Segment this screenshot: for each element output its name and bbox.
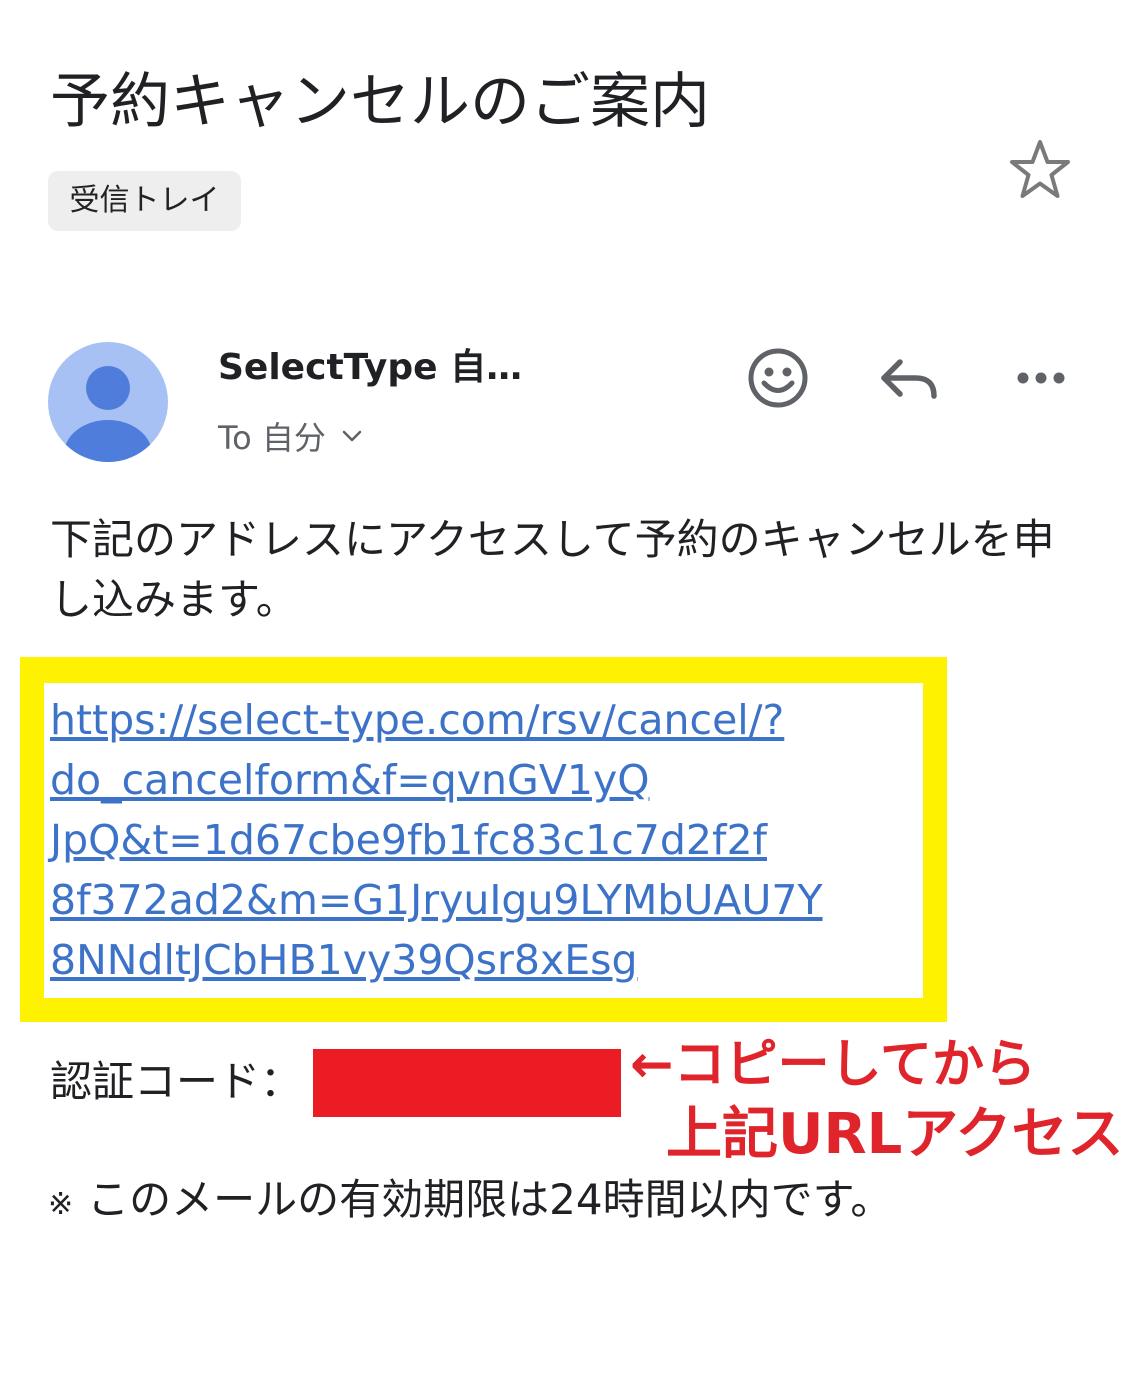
reply-button[interactable] <box>870 340 946 416</box>
sender-name[interactable]: SelectType 自… <box>218 343 522 393</box>
note-mark: ※ <box>48 1187 74 1222</box>
star-icon[interactable] <box>1004 134 1076 206</box>
link-line: 8NNdltJCbHB1vy39Qsr8xEsg <box>50 936 638 984</box>
instruction-annotation: ←コピーしてから 上記URLアクセス <box>630 1030 1123 1170</box>
link-line: 8f372ad2&m=G1JryuIgu9LYMbUAU7Y <box>50 876 823 924</box>
emoji-icon <box>748 348 808 408</box>
recipient-toggle[interactable]: To 自分 <box>218 412 364 460</box>
expiry-text: このメールの有効期限は24時間以内です。 <box>87 1175 893 1224</box>
link-line: JpQ&t=1d67cbe9fb1fc83c1c7d2f2f <box>50 816 767 864</box>
chevron-down-icon <box>342 430 362 442</box>
expiry-note: ※ このメールの有効期限は24時間以内です。 <box>48 1170 892 1235</box>
recipient-label: To 自分 <box>218 419 326 457</box>
email-view: 予約キャンセルのご案内 受信トレイ SelectType 自… To 自分 下記… <box>0 0 1125 1379</box>
link-line: do_cancelform&f=qvnGV1yQ <box>50 756 650 804</box>
cancel-url-link[interactable]: https://select-type.com/rsv/cancel/? do_… <box>50 690 920 990</box>
auth-code-redaction <box>313 1049 621 1117</box>
auth-code-label: 認証コード： <box>50 1057 303 1106</box>
reply-icon <box>881 359 937 399</box>
annotation-line-2: 上記URLアクセス <box>666 1102 1124 1167</box>
sender-avatar[interactable] <box>48 342 168 462</box>
link-line: https://select-type.com/rsv/cancel/? <box>50 696 785 744</box>
email-subject: 予約キャンセルのご案内 <box>50 67 710 137</box>
more-options-icon <box>1017 372 1065 384</box>
person-avatar-icon <box>48 342 168 462</box>
inbox-label-chip[interactable]: 受信トレイ <box>48 171 241 231</box>
annotation-line-1: ←コピーしてから <box>630 1035 1037 1095</box>
more-options-button[interactable] <box>1003 340 1079 416</box>
body-intro-text: 下記のアドレスにアクセスして予約のキャンセルを申し込みます。 <box>50 515 1055 624</box>
emoji-reaction-button[interactable] <box>740 340 816 416</box>
